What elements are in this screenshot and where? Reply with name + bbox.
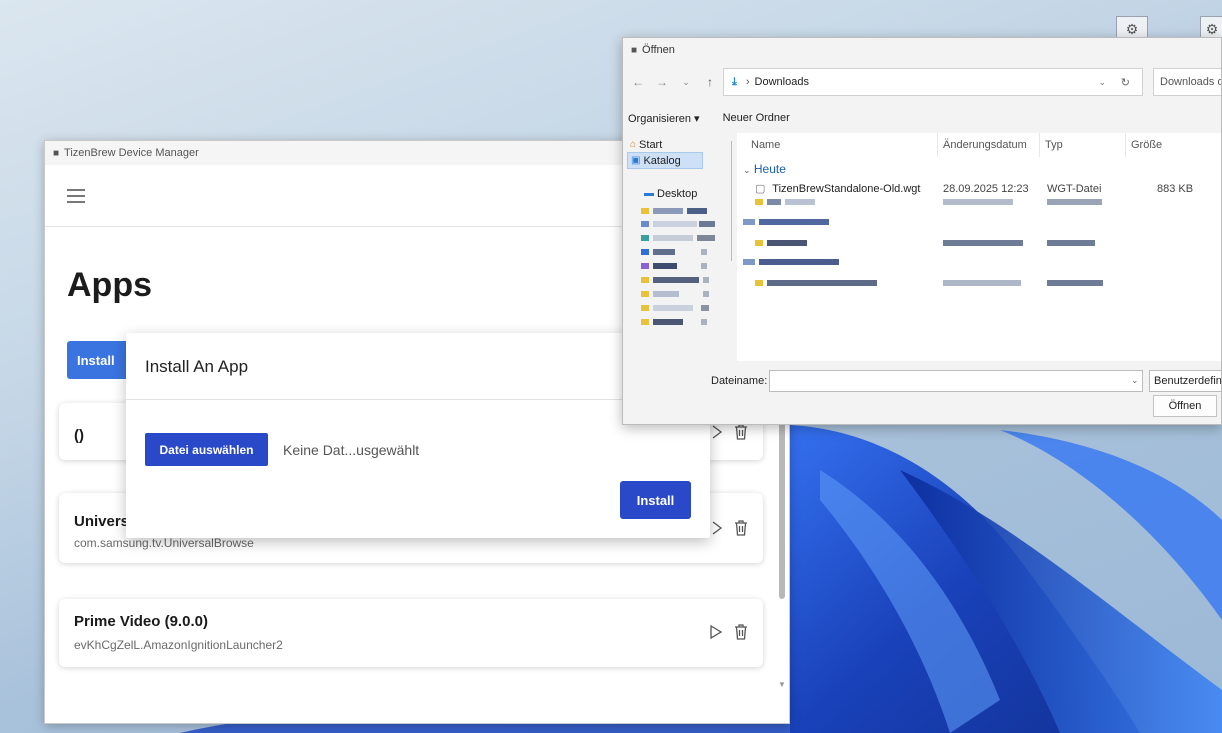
blurred-item bbox=[1047, 240, 1107, 246]
file-size: 883 KB bbox=[1157, 183, 1194, 195]
download-icon: ⤓ bbox=[732, 75, 737, 88]
filetype-select[interactable]: Benutzerdefin bbox=[1149, 370, 1221, 392]
filename-input[interactable] bbox=[769, 370, 1143, 392]
column-date[interactable]: Änderungsdatum bbox=[943, 139, 1027, 151]
chevron-down-icon[interactable]: ⌄ bbox=[1131, 375, 1139, 386]
new-folder-button[interactable]: Neuer Ordner bbox=[723, 112, 790, 124]
blurred-item bbox=[641, 249, 721, 255]
scroll-down-icon[interactable]: ▼ bbox=[778, 680, 786, 689]
column-divider bbox=[937, 133, 938, 157]
blurred-item bbox=[641, 277, 721, 283]
blurred-item bbox=[1047, 280, 1107, 286]
trash-icon[interactable] bbox=[733, 623, 749, 641]
blurred-item bbox=[755, 240, 835, 246]
blurred-item bbox=[943, 240, 1023, 246]
nav-item-gallery[interactable]: ▣ Katalog bbox=[627, 152, 703, 169]
home-icon: ⌂ bbox=[630, 139, 637, 150]
recent-dropdown-icon[interactable]: ⌄ bbox=[677, 77, 695, 88]
dialog-title: Öffnen bbox=[642, 44, 675, 56]
open-button[interactable]: Öffnen bbox=[1153, 395, 1217, 417]
blurred-item bbox=[743, 219, 843, 225]
menu-icon[interactable] bbox=[67, 188, 85, 203]
choose-file-button[interactable]: Datei auswählen bbox=[145, 433, 268, 466]
nav-item-start[interactable]: ⌂ Start bbox=[627, 136, 703, 153]
filename-label: Dateiname: bbox=[711, 375, 768, 387]
app-name: () bbox=[74, 427, 84, 444]
modal-title: Install An App bbox=[145, 357, 249, 376]
blurred-item bbox=[755, 199, 835, 205]
app-package: evKhCgZelL.AmazonIgnitionLauncher2 bbox=[74, 638, 283, 652]
window-title: TizenBrew Device Manager bbox=[64, 147, 199, 159]
app-name: Univers bbox=[74, 513, 130, 530]
blurred-item bbox=[755, 280, 895, 286]
page-title: Apps bbox=[67, 266, 152, 304]
navigation-pane: ⌂ Start ▣ Katalog ▬ Desktop bbox=[623, 133, 735, 361]
group-label: Heute bbox=[753, 162, 786, 176]
up-icon[interactable]: ↑ bbox=[701, 75, 719, 89]
trash-icon[interactable] bbox=[733, 423, 749, 441]
nav-item-label: Desktop bbox=[657, 187, 698, 200]
navigation-bar: ← → ⌄ ↑ ⤓ › Downloads ⌄ ↻ Downloads d bbox=[623, 68, 1221, 96]
blurred-item bbox=[943, 199, 1023, 205]
file-list: Name Änderungsdatum Typ Größe ⌄ Heute ▢ … bbox=[737, 133, 1221, 361]
column-type[interactable]: Typ bbox=[1045, 139, 1063, 151]
file-icon: ▢ bbox=[755, 183, 766, 195]
desktop-icon: ▬ bbox=[644, 188, 654, 199]
file-name: TizenBrewStandalone-Old.wgt bbox=[772, 183, 921, 195]
nav-item-label: Katalog bbox=[643, 154, 681, 167]
dialog-toolbar: Organisieren ▾ Neuer Ordner bbox=[623, 108, 1221, 128]
pane-divider bbox=[731, 141, 732, 261]
blurred-item bbox=[743, 259, 853, 265]
organize-menu[interactable]: Organisieren ▾ bbox=[628, 112, 700, 125]
file-type: WGT-Datei bbox=[1047, 183, 1102, 195]
blurred-item bbox=[943, 280, 1023, 286]
blurred-item bbox=[641, 305, 721, 311]
blurred-item bbox=[641, 221, 721, 227]
app-icon: ■ bbox=[631, 44, 638, 56]
breadcrumb[interactable]: Downloads bbox=[755, 76, 809, 88]
blurred-item bbox=[641, 263, 721, 269]
column-divider bbox=[1125, 133, 1126, 157]
search-input[interactable]: Downloads d bbox=[1153, 68, 1221, 96]
file-row[interactable]: ▢ TizenBrewStandalone-Old.wgt bbox=[755, 182, 920, 195]
group-header[interactable]: ⌄ Heute bbox=[743, 162, 786, 176]
address-bar[interactable]: ⤓ › Downloads ⌄ ↻ bbox=[723, 68, 1143, 96]
chevron-down-icon: ⌄ bbox=[743, 165, 751, 175]
blurred-item bbox=[641, 319, 721, 325]
blurred-item bbox=[1047, 199, 1107, 205]
refresh-icon[interactable]: ↻ bbox=[1121, 76, 1130, 89]
gallery-icon: ▣ bbox=[631, 155, 641, 166]
app-name: Prime Video (9.0.0) bbox=[74, 613, 208, 630]
column-name[interactable]: Name bbox=[751, 139, 780, 151]
blurred-item bbox=[641, 235, 721, 241]
back-icon[interactable]: ← bbox=[629, 75, 647, 89]
play-icon[interactable] bbox=[711, 521, 723, 535]
play-icon[interactable] bbox=[711, 425, 723, 439]
nav-item-desktop[interactable]: ▬ Desktop bbox=[641, 185, 717, 202]
column-size[interactable]: Größe bbox=[1131, 139, 1162, 151]
app-card: Prime Video (9.0.0) evKhCgZelL.AmazonIgn… bbox=[59, 599, 763, 667]
breadcrumb-separator-icon: › bbox=[745, 76, 750, 88]
dialog-titlebar[interactable]: ■ Öffnen bbox=[623, 38, 1221, 62]
blurred-item bbox=[641, 208, 721, 214]
modal-install-button[interactable]: Install bbox=[620, 481, 691, 519]
file-status: Keine Dat...usgewählt bbox=[283, 442, 420, 458]
app-icon: ■ bbox=[53, 147, 60, 159]
dialog-footer: Dateiname: ⌄ Benutzerdefin Öffnen bbox=[623, 361, 1221, 424]
address-dropdown-icon[interactable]: ⌄ bbox=[1098, 77, 1106, 88]
trash-icon[interactable] bbox=[733, 519, 749, 537]
open-file-dialog: ■ Öffnen ← → ⌄ ↑ ⤓ › Downloads ⌄ ↻ Downl… bbox=[622, 37, 1222, 425]
blurred-item bbox=[641, 291, 721, 297]
forward-icon[interactable]: → bbox=[653, 75, 671, 89]
app-package: com.samsung.tv.UniversalBrowse bbox=[74, 536, 254, 550]
file-date: 28.09.2025 12:23 bbox=[943, 183, 1029, 195]
play-icon[interactable] bbox=[709, 624, 723, 640]
nav-item-label: Start bbox=[639, 138, 663, 151]
column-divider bbox=[1039, 133, 1040, 157]
